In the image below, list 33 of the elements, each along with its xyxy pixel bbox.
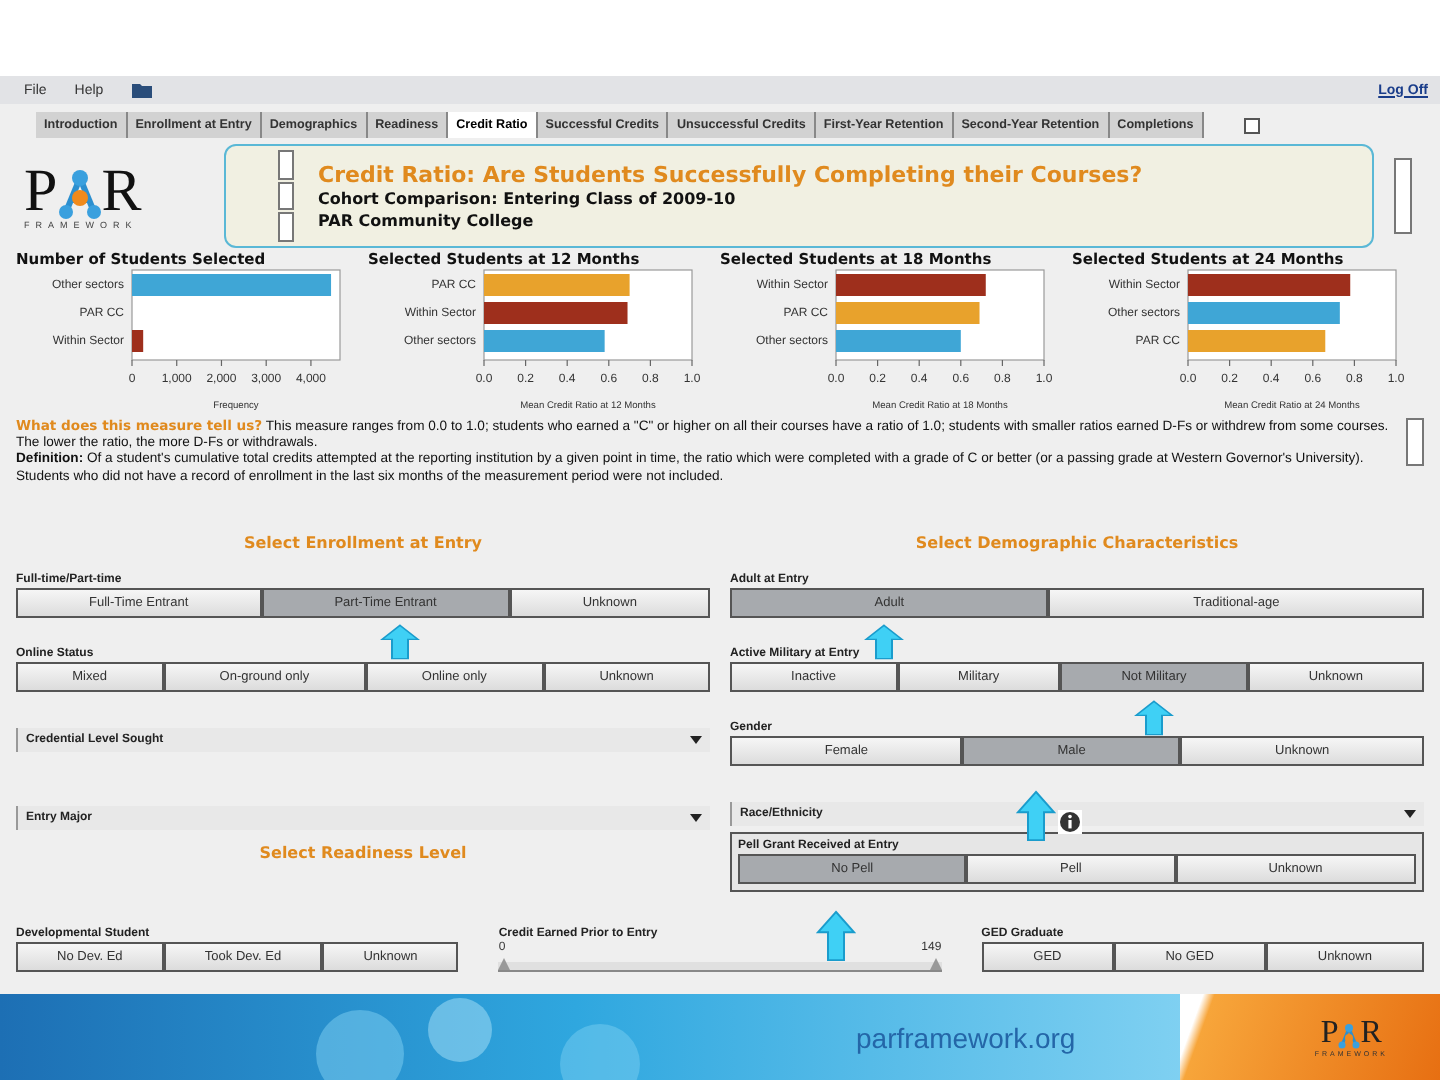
arrow-icon (1134, 700, 1174, 736)
arrow-icon (380, 624, 420, 660)
logo-letter: P (24, 163, 58, 219)
scrollbar[interactable] (1394, 158, 1412, 234)
folder-icon[interactable] (131, 82, 152, 98)
scrollbar[interactable] (1406, 418, 1424, 466)
caret-icon[interactable] (690, 813, 702, 822)
molecule-icon (57, 167, 102, 219)
caret-icon[interactable] (1404, 809, 1416, 818)
page-title: Credit Ratio: Are Students Successfully Completing their Courses? (318, 161, 1143, 187)
college-name: PAR Community College (318, 209, 536, 231)
bar (484, 330, 605, 352)
section-heading: Select Demographic Characteristics (913, 531, 1241, 556)
info-icon[interactable] (1058, 810, 1082, 834)
arrow-icon (864, 624, 904, 660)
section-heading: Select Enrollment at Entry (241, 531, 484, 556)
section-heading: Select Readiness Level (257, 841, 469, 866)
caret-icon[interactable] (690, 735, 702, 744)
logo-letter: R (101, 163, 142, 219)
bar (484, 302, 628, 324)
bar (1188, 330, 1326, 352)
range-slider[interactable] (498, 961, 942, 972)
window-restore-icon[interactable] (1243, 117, 1260, 133)
arrow-icon (816, 910, 856, 962)
molecule-icon (1338, 1021, 1361, 1049)
logo-letter: R (1360, 1017, 1382, 1049)
bar (836, 302, 980, 324)
cohort-subtitle: Cohort Comparison: Entering Class of 2009-10 (318, 187, 738, 209)
arrow-icon (1016, 790, 1056, 842)
logo-letter: P (1320, 1017, 1339, 1049)
scrollbar[interactable] (278, 150, 294, 242)
bar (132, 330, 144, 352)
bar (836, 330, 961, 352)
